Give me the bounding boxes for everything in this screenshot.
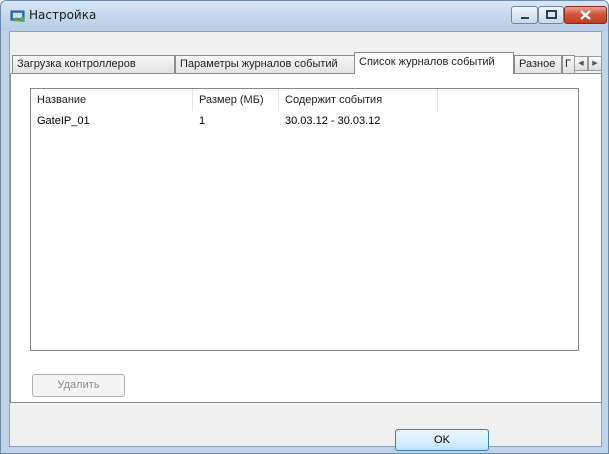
settings-window: Настройка Загрузка контроллеров Параметр… bbox=[0, 0, 609, 454]
delete-button[interactable]: Удалить bbox=[32, 374, 125, 397]
close-icon bbox=[580, 10, 591, 20]
title-bar[interactable]: Настройка bbox=[1, 1, 608, 31]
column-events[interactable]: Содержит события bbox=[279, 89, 438, 111]
cell-size: 1 bbox=[199, 115, 206, 127]
event-log-list[interactable]: Название Размер (МБ) Содержит события Ga… bbox=[30, 88, 579, 351]
tab-controller-loading[interactable]: Загрузка контроллеров bbox=[12, 55, 175, 73]
tab-event-log-list[interactable]: Список журналов событий bbox=[354, 52, 514, 74]
tab-event-log-parameters[interactable]: Параметры журналов событий bbox=[175, 55, 357, 73]
tab-strip: Загрузка контроллеров Параметры журналов… bbox=[10, 52, 603, 74]
close-button[interactable] bbox=[564, 6, 607, 24]
list-item[interactable]: GateIP_01 1 30.03.12 - 30.03.12 bbox=[31, 113, 578, 130]
minimize-icon bbox=[521, 17, 529, 19]
cell-name: GateIP_01 bbox=[37, 115, 90, 127]
maximize-button[interactable] bbox=[538, 6, 564, 24]
ok-button[interactable]: OK bbox=[395, 429, 489, 451]
tab-scroll-right[interactable]: ▶ bbox=[588, 56, 602, 71]
window-title: Настройка bbox=[29, 8, 97, 22]
minimize-button[interactable] bbox=[511, 6, 538, 24]
column-size[interactable]: Размер (МБ) bbox=[193, 89, 279, 111]
column-filler bbox=[438, 89, 578, 111]
tab-scroll-left[interactable]: ◀ bbox=[574, 56, 588, 71]
list-header: Название Размер (МБ) Содержит события bbox=[31, 89, 578, 111]
tab-misc[interactable]: Разное bbox=[514, 55, 562, 73]
maximize-icon bbox=[546, 10, 557, 19]
cell-events: 30.03.12 - 30.03.12 bbox=[285, 115, 381, 127]
column-name[interactable]: Название bbox=[31, 89, 193, 111]
app-icon bbox=[10, 10, 25, 22]
